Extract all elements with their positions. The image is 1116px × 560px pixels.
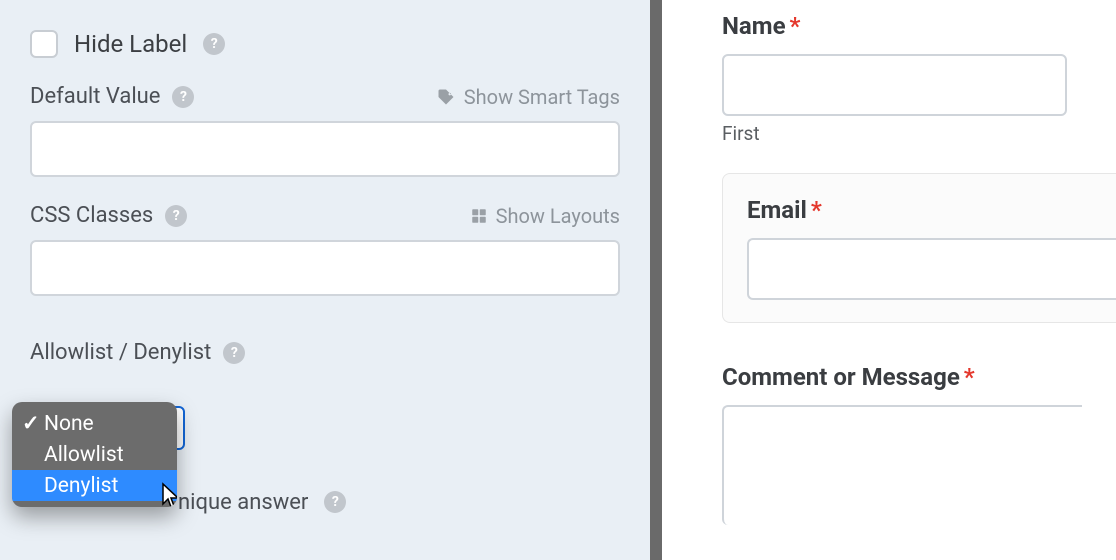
allow-deny-row: Allowlist / Denylist ?	[30, 340, 620, 365]
panel-divider[interactable]	[650, 0, 662, 560]
email-label: Email	[747, 196, 807, 224]
show-smart-tags-button[interactable]: Show Smart Tags	[436, 85, 620, 109]
required-star: *	[790, 12, 801, 40]
hide-label-row: Hide Label ?	[30, 30, 620, 58]
name-first-input[interactable]	[722, 54, 1067, 116]
name-sublabel: First	[722, 122, 1116, 145]
form-preview-panel: Name* First Email* Comment or Message*	[662, 0, 1116, 560]
css-classes-row: CSS Classes ? Show Layouts	[30, 203, 620, 296]
css-classes-label: CSS Classes	[30, 203, 153, 228]
name-label-wrap: Name*	[722, 12, 1116, 40]
allow-deny-option-allowlist[interactable]: Allowlist	[12, 439, 177, 470]
name-label: Name	[722, 12, 786, 40]
allow-deny-option-none[interactable]: ✓ None	[12, 408, 177, 439]
show-smart-tags-label: Show Smart Tags	[464, 85, 620, 109]
allow-deny-options-menu: ✓ None Allowlist Denylist	[12, 402, 177, 507]
option-label: None	[44, 412, 94, 436]
hide-label-checkbox[interactable]	[30, 30, 58, 58]
help-icon[interactable]: ?	[203, 33, 225, 55]
default-value-label-wrap: Default Value ?	[30, 84, 194, 109]
email-input[interactable]	[747, 238, 1116, 300]
show-layouts-label: Show Layouts	[496, 204, 620, 228]
tag-icon	[436, 87, 456, 107]
help-icon[interactable]: ?	[223, 342, 245, 364]
comment-label-wrap: Comment or Message*	[722, 363, 1116, 391]
help-icon[interactable]: ?	[165, 205, 187, 227]
allow-deny-dropdown-open: ✓ None Allowlist Denylist	[12, 402, 177, 507]
comment-textarea[interactable]	[722, 405, 1082, 525]
email-field-card[interactable]: Email*	[722, 173, 1116, 323]
required-star: *	[811, 196, 822, 224]
show-layouts-button[interactable]: Show Layouts	[470, 204, 620, 228]
option-label: Allowlist	[44, 443, 124, 467]
hide-label-text: Hide Label	[74, 30, 187, 58]
css-classes-label-wrap: CSS Classes ?	[30, 203, 187, 228]
unique-answer-visible-text: nique answer	[178, 490, 308, 515]
css-classes-header: CSS Classes ? Show Layouts	[30, 203, 620, 228]
allow-deny-label-wrap: Allowlist / Denylist ?	[30, 340, 620, 365]
comment-label: Comment or Message	[722, 363, 960, 391]
comment-field: Comment or Message*	[722, 363, 1116, 529]
required-star: *	[964, 363, 975, 391]
field-options-panel: Hide Label ? Default Value ? Show Smart …	[0, 0, 650, 560]
help-icon[interactable]: ?	[172, 86, 194, 108]
default-value-input[interactable]	[30, 121, 620, 177]
default-value-row: Default Value ? Show Smart Tags	[30, 84, 620, 177]
help-icon[interactable]: ?	[324, 491, 346, 513]
email-label-wrap: Email*	[747, 196, 1116, 224]
allow-deny-label: Allowlist / Denylist	[30, 340, 211, 365]
option-label: Denylist	[44, 474, 118, 498]
name-field: Name* First	[722, 12, 1116, 145]
hide-label-control: Hide Label ?	[30, 30, 620, 58]
grid-icon	[470, 207, 488, 225]
allow-deny-option-denylist[interactable]: Denylist	[12, 470, 177, 501]
checkmark-icon: ✓	[22, 411, 38, 436]
default-value-header: Default Value ? Show Smart Tags	[30, 84, 620, 109]
default-value-label: Default Value	[30, 84, 160, 109]
css-classes-input[interactable]	[30, 240, 620, 296]
